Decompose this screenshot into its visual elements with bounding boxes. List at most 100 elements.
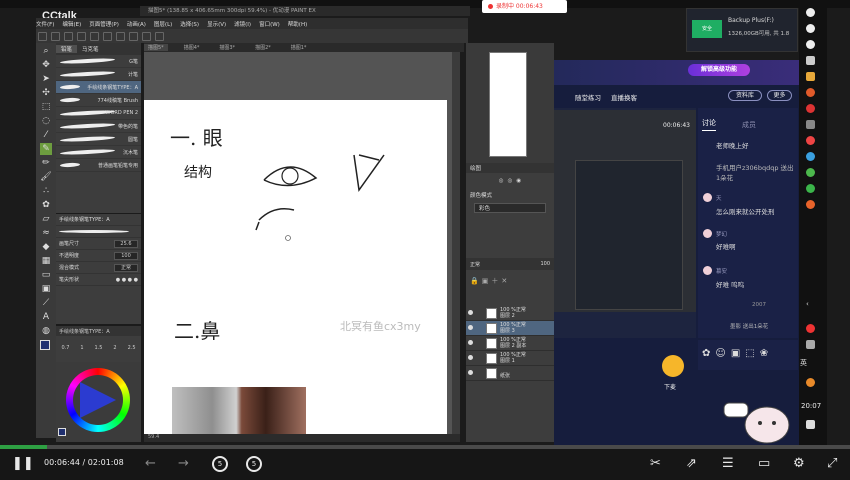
menu-item-help[interactable]: 帮助(H): [288, 20, 307, 28]
switch-guest-button[interactable]: 直播换客: [611, 92, 637, 102]
tray-app-icon[interactable]: [806, 88, 815, 97]
new-layer-icon[interactable]: ＋: [491, 276, 498, 286]
layer-row[interactable]: 纸张: [466, 366, 554, 381]
tray-app-icon[interactable]: [806, 8, 815, 17]
tray-app-icon[interactable]: [806, 24, 815, 33]
practice-button[interactable]: 随堂练习: [575, 92, 601, 102]
raise-hand-icon[interactable]: [662, 355, 684, 377]
gradient-tool-icon[interactable]: ▦: [40, 255, 52, 267]
comment-icon[interactable]: ☰: [722, 456, 734, 472]
eraser-tool-icon[interactable]: ▱: [40, 213, 52, 225]
mask-icon[interactable]: ▣: [482, 277, 489, 285]
unlock-features-badge[interactable]: 解锁高级功能: [688, 64, 750, 76]
brush-size-input[interactable]: 25.6: [114, 239, 138, 248]
tab-doc-5[interactable]: 描图5*: [144, 44, 168, 51]
tray-app-icon[interactable]: [806, 120, 815, 129]
navigator-thumbnail[interactable]: [489, 52, 527, 157]
share-icon[interactable]: ⇗: [686, 456, 697, 472]
forward-5-icon[interactable]: 5: [246, 456, 262, 472]
color-mode-select[interactable]: 彩色: [474, 203, 546, 213]
fill-tool-icon[interactable]: ◆: [40, 241, 52, 253]
layer-row-selected[interactable]: 100 %正常 图层 3: [466, 321, 554, 336]
layer-row[interactable]: 100 %正常 图层 2 副本: [466, 336, 554, 351]
tray-app-icon[interactable]: [806, 56, 815, 65]
pen-tool-icon[interactable]: ✎: [40, 143, 52, 155]
size-preset[interactable]: 2: [113, 345, 116, 351]
drawing-canvas[interactable]: 一. 眼 结构 二.鼻: [144, 100, 447, 434]
ruler-icon[interactable]: [142, 31, 151, 41]
tray-app-icon[interactable]: [806, 104, 815, 113]
tray-app-icon[interactable]: [806, 378, 815, 387]
decoration-tool-icon[interactable]: ✿: [40, 199, 52, 211]
brush-tool-icon[interactable]: 🖌: [40, 171, 52, 183]
tab-discussion[interactable]: 讨论: [702, 118, 716, 131]
input-language[interactable]: 英: [800, 358, 807, 368]
layer-move-icon[interactable]: ✣: [40, 87, 52, 99]
theater-mode-icon[interactable]: ▭: [758, 456, 770, 472]
snap-icon[interactable]: [129, 31, 138, 41]
delete-layer-icon[interactable]: ✕: [501, 277, 507, 285]
menu-item-window[interactable]: 窗口(W): [259, 20, 280, 28]
emoji-icon[interactable]: ☺: [715, 348, 725, 359]
airbrush-tool-icon[interactable]: ∴: [40, 185, 52, 197]
notification-icon[interactable]: [806, 420, 815, 429]
recording-badge[interactable]: 录制中 00:06:43: [482, 0, 567, 13]
text-tool-icon[interactable]: A: [40, 311, 52, 323]
tray-app-icon[interactable]: [806, 136, 815, 145]
layer-blend-select[interactable]: 正常: [470, 261, 480, 268]
opacity-input[interactable]: 100: [114, 251, 138, 260]
grid-icon[interactable]: [155, 31, 164, 41]
lock-icon[interactable]: 🔒: [470, 277, 479, 285]
clear-icon[interactable]: [103, 31, 112, 41]
eye-icon[interactable]: [468, 370, 473, 375]
brush-item[interactable]: 普通画笔铅笔专用: [56, 159, 141, 172]
tab-doc-4[interactable]: 描图4*: [180, 44, 204, 51]
redo-icon[interactable]: [90, 31, 99, 41]
size-preset[interactable]: 1: [80, 345, 83, 351]
flower-icon[interactable]: ✿: [702, 348, 710, 359]
menu-item-page[interactable]: 页面管理(P): [89, 20, 119, 28]
eye-icon[interactable]: [468, 355, 473, 360]
operation-tool-icon[interactable]: ➤: [40, 73, 52, 85]
transform-icon[interactable]: [116, 31, 125, 41]
eye-icon[interactable]: [468, 340, 473, 345]
tray-app-icon[interactable]: [806, 340, 815, 349]
scissors-icon[interactable]: ✂: [650, 456, 661, 472]
size-preset[interactable]: 2.5: [128, 345, 136, 351]
menu-item-animation[interactable]: 动画(A): [127, 20, 146, 28]
image-icon[interactable]: ▣: [731, 348, 740, 359]
tab-doc-2[interactable]: 描图2*: [251, 44, 275, 51]
library-button[interactable]: 资料库: [728, 90, 762, 101]
brush-item-selected[interactable]: 手绘线条钢笔TYPE：A: [56, 81, 141, 94]
folder-icon[interactable]: [806, 72, 815, 81]
brush-item[interactable]: 沉木笔: [56, 146, 141, 159]
brush-item[interactable]: 774线稿笔 Brush: [56, 94, 141, 107]
menu-item-layer[interactable]: 图层(L): [154, 20, 172, 28]
tray-app-icon[interactable]: [806, 40, 815, 49]
more-button[interactable]: 更多: [767, 90, 792, 101]
selection-tool-icon[interactable]: ⬚: [40, 101, 52, 113]
ruler-tool-icon[interactable]: ⟋: [40, 297, 52, 309]
open-file-icon[interactable]: [51, 31, 60, 41]
menu-item-file[interactable]: 文件(F): [36, 20, 54, 28]
tab-doc-1[interactable]: 描图1*: [287, 44, 311, 51]
next-icon[interactable]: →: [178, 456, 189, 472]
brush-tab-marker[interactable]: 马克笔: [77, 45, 104, 53]
gear-icon[interactable]: ⚙: [793, 456, 805, 472]
tab-doc-3[interactable]: 描图3*: [215, 44, 239, 51]
layer-row[interactable]: 100 %正常 图层 1: [466, 351, 554, 366]
menu-item-edit[interactable]: 编辑(E): [62, 20, 81, 28]
frame-tool-icon[interactable]: ▣: [40, 283, 52, 295]
tab-members[interactable]: 成员: [742, 120, 756, 130]
brush-item[interactable]: 带色的笔: [56, 120, 141, 133]
previous-icon[interactable]: ←: [145, 456, 156, 472]
eye-icon[interactable]: [468, 310, 473, 315]
tray-app-icon[interactable]: [806, 324, 815, 333]
pencil-tool-icon[interactable]: ✏: [40, 157, 52, 169]
blend-tool-icon[interactable]: ≈: [40, 227, 52, 239]
layer-row[interactable]: 100 %正常 图层 2: [466, 306, 554, 321]
color-triangle[interactable]: [80, 382, 116, 418]
brush-tip-icons[interactable]: ● ● ● ●: [116, 277, 138, 283]
subtool-icon[interactable]: ◉: [516, 178, 521, 184]
menu-item-view[interactable]: 显示(V): [207, 20, 226, 28]
